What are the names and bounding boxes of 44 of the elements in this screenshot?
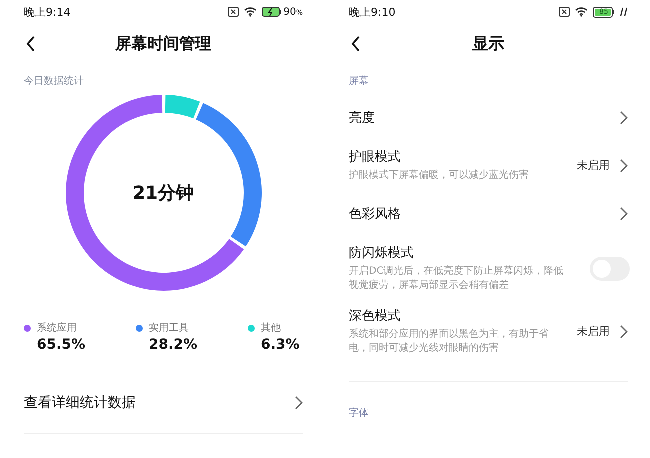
page-title: 屏幕时间管理 (116, 34, 212, 54)
section-label: 屏幕 (349, 74, 370, 88)
chevron-icon (620, 110, 628, 124)
legend-label: 实用工具 (149, 322, 189, 335)
page-title: 显示 (472, 34, 504, 54)
settings-row[interactable]: 防闪烁模式 开启DC调光后，在低亮度下防止屏幕闪烁，降低视觉疲劳，屏幕局部显示会稍有偏差 (349, 237, 628, 300)
section-label: 字体 (349, 406, 370, 420)
legend-value: 65.5% (37, 337, 87, 353)
row-description: 开启DC调光后，在低亮度下防止屏幕闪烁，降低视觉疲劳，屏幕局部显示会稍有偏差 (349, 265, 565, 293)
legend-label: 系统应用 (37, 322, 77, 335)
back-icon[interactable] (351, 36, 361, 52)
settings-row[interactable]: 深色模式 系统和部分应用的界面以黑色为主，有助于省电，同时可减少光线对眼睛的伤害 未启用 (349, 300, 628, 363)
wifi-icon (575, 7, 588, 17)
chevron-icon (620, 158, 628, 172)
row-description: 系统和部分应用的界面以黑色为主，有助于省电，同时可减少光线对眼睛的伤害 (349, 328, 550, 356)
notification-icon (559, 7, 570, 17)
legend-value: 28.2% (149, 337, 199, 353)
notification-icon (228, 7, 239, 17)
details-row[interactable]: 查看详细统计数据 (24, 373, 303, 434)
settings-row[interactable]: 色彩风格 (349, 190, 628, 237)
chevron-icon (620, 206, 628, 220)
back-icon[interactable] (26, 36, 36, 52)
row-title: 防闪烁模式 (349, 245, 415, 262)
row-title: 色彩风格 (349, 206, 401, 222)
section-label: 今日数据统计 (24, 74, 85, 88)
chevron-icon (620, 324, 628, 338)
total-time: 21分钟 (132, 182, 194, 205)
row-title: 查看详细统计数据 (24, 394, 136, 412)
row-title: 护眼模式 (349, 149, 402, 166)
status-time: 晚上9:10 (349, 4, 396, 20)
legend-label: 其他 (261, 322, 281, 335)
row-title: 深色模式 (349, 308, 402, 325)
battery-icon (262, 7, 282, 17)
legend-value: 6.3% (261, 337, 301, 353)
row-description: 护眼模式下屏幕偏暖，可以减少蓝光伤害 (349, 169, 529, 183)
row-value: 未启用 (577, 324, 610, 339)
row-title: 亮度 (349, 110, 375, 126)
status-time: 晚上9:14 (24, 4, 71, 20)
settings-row[interactable]: 亮度 (349, 94, 628, 141)
chevron-icon (295, 396, 303, 410)
settings-row[interactable]: 护眼模式 护眼模式下屏幕偏暖，可以减少蓝光伤害 未启用 (349, 141, 628, 190)
row-value: 未启用 (577, 158, 610, 173)
wifi-icon (244, 7, 257, 17)
charging-icon (620, 7, 628, 17)
